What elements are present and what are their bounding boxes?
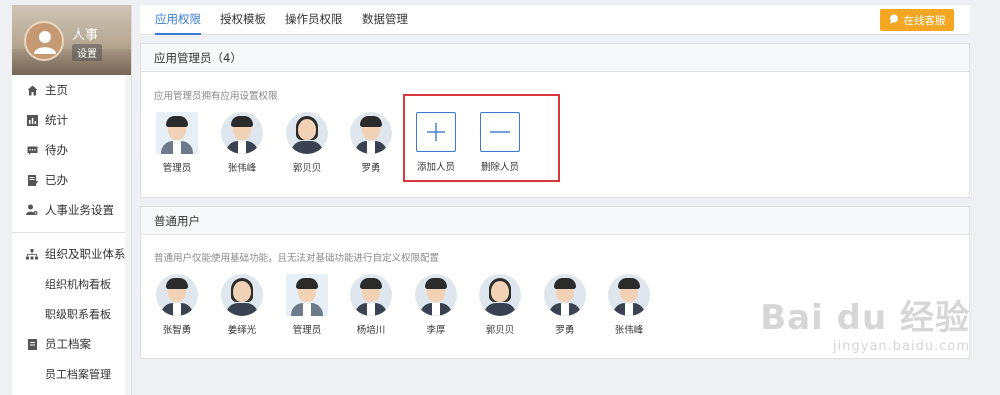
watermark-url: jingyan.baidu.com xyxy=(833,339,970,354)
admin-panel: 应用管理员（4） 应用管理员拥有应用设置权限 管理员 张伟峰 郭贝贝 罗勇 添加… xyxy=(140,43,970,198)
member-name: 罗勇 xyxy=(361,163,381,174)
user-panel-title: 普通用户 xyxy=(141,207,969,235)
member-name: 管理员 xyxy=(162,163,192,174)
top-tab-bar: 应用权限 授权模板 操作员权限 数据管理 在线客服 xyxy=(140,5,970,35)
sidebar-item-org-board[interactable]: 组织机构看板 xyxy=(12,269,131,299)
home-icon xyxy=(26,84,38,96)
avatar[interactable] xyxy=(24,21,64,61)
sidebar-item-label: 组织及职业体系 xyxy=(45,247,126,261)
admin-panel-title: 应用管理员（4） xyxy=(141,44,969,72)
user-member[interactable]: 张智勇 xyxy=(152,274,202,336)
settings-link[interactable]: 设置 xyxy=(72,44,102,61)
member-name: 姜绎光 xyxy=(227,325,257,336)
minus-icon xyxy=(490,131,510,133)
member-avatar xyxy=(608,274,650,316)
member-name: 管理员 xyxy=(292,325,322,336)
tab-operator-permissions[interactable]: 操作员权限 xyxy=(285,5,343,35)
sidebar-item-done[interactable]: 已办 xyxy=(12,165,131,195)
sidebar-item-label: 人事业务设置 xyxy=(45,203,114,217)
member-name: 张伟峰 xyxy=(227,163,257,174)
add-member-box[interactable] xyxy=(416,112,456,152)
tab-auth-templates[interactable]: 授权模板 xyxy=(220,5,266,35)
user-member[interactable]: 姜绎光 xyxy=(217,274,267,336)
member-avatar xyxy=(286,274,328,316)
member-avatar xyxy=(350,112,392,154)
member-name: 罗勇 xyxy=(555,325,575,336)
sidebar-item-rank-board[interactable]: 职级职系看板 xyxy=(12,299,131,329)
member-avatar xyxy=(221,274,263,316)
add-member-label: 添加人员 xyxy=(416,162,455,173)
sidebar-item-hr-settings[interactable]: 人事业务设置 xyxy=(12,195,131,225)
file-icon xyxy=(26,338,38,350)
user-panel-description: 普通用户仅能使用基础功能，且无法对基础功能进行自定义权限配置 xyxy=(154,253,440,264)
baidu-watermark: Bai du 经验 jingyan.baidu.com xyxy=(760,290,970,354)
tab-app-permissions[interactable]: 应用权限 xyxy=(155,5,201,35)
sidebar-item-todo[interactable]: 待办 xyxy=(12,135,131,165)
chat-bubble-icon xyxy=(889,14,899,27)
sidebar-item-label: 已办 xyxy=(45,173,68,187)
admin-member[interactable]: 管理员 xyxy=(152,112,202,174)
member-avatar xyxy=(156,112,198,154)
sidebar-item-home[interactable]: 主页 xyxy=(12,75,131,105)
online-service-button[interactable]: 在线客服 xyxy=(880,9,954,31)
user-member[interactable]: 管理员 xyxy=(282,274,332,336)
admin-member[interactable]: 郭贝贝 xyxy=(282,112,332,174)
member-avatar xyxy=(350,274,392,316)
sidebar: 人事 设置 主页 统计 待办 已办 人事业务设置 组织及职业体系 组织机构看板 … xyxy=(12,5,132,395)
tab-data-management[interactable]: 数据管理 xyxy=(362,5,408,35)
user-member[interactable]: 李厚 xyxy=(411,274,461,336)
sidebar-item-statistics[interactable]: 统计 xyxy=(12,105,131,135)
add-member-button[interactable]: 添加人员 xyxy=(411,112,461,173)
user-member[interactable]: 杨培川 xyxy=(346,274,396,336)
user-member[interactable]: 郭贝贝 xyxy=(475,274,525,336)
user-gear-icon xyxy=(26,204,38,216)
member-name: 郭贝贝 xyxy=(485,325,515,336)
user-name: 人事 xyxy=(72,28,99,43)
admin-member[interactable]: 罗勇 xyxy=(346,112,396,174)
member-name: 郭贝贝 xyxy=(292,163,322,174)
sidebar-item-label: 统计 xyxy=(45,113,68,127)
sidebar-scrollbar[interactable] xyxy=(125,75,131,395)
watermark-logo-text: Bai du 经验 xyxy=(760,298,970,338)
member-avatar xyxy=(221,112,263,154)
user-member[interactable]: 张伟峰 xyxy=(604,274,654,336)
sidebar-profile-header: 人事 设置 xyxy=(12,5,131,75)
member-name: 张智勇 xyxy=(162,325,192,336)
remove-member-box[interactable] xyxy=(480,112,520,152)
member-name: 杨培川 xyxy=(356,325,386,336)
user-member[interactable]: 罗勇 xyxy=(540,274,590,336)
member-avatar xyxy=(156,274,198,316)
sidebar-item-label: 待办 xyxy=(45,143,68,157)
member-avatar xyxy=(544,274,586,316)
admin-member[interactable]: 张伟峰 xyxy=(217,112,267,174)
sidebar-item-label: 员工档案 xyxy=(45,337,91,351)
org-chart-icon xyxy=(26,248,38,260)
document-check-icon xyxy=(26,174,38,186)
member-avatar xyxy=(286,112,328,154)
member-name: 张伟峰 xyxy=(614,325,644,336)
admin-panel-description: 应用管理员拥有应用设置权限 xyxy=(154,91,278,102)
bar-chart-icon xyxy=(26,114,38,126)
member-avatar xyxy=(479,274,521,316)
sidebar-divider xyxy=(12,232,131,233)
member-name: 李厚 xyxy=(426,325,446,336)
chat-icon xyxy=(26,144,38,156)
online-service-label: 在线客服 xyxy=(903,14,946,27)
plus-icon xyxy=(427,123,445,141)
remove-member-button[interactable]: 删除人员 xyxy=(475,112,525,173)
sidebar-item-label: 主页 xyxy=(45,83,68,97)
sidebar-group-archive[interactable]: 员工档案 xyxy=(12,329,131,359)
remove-member-label: 删除人员 xyxy=(480,162,519,173)
sidebar-group-org[interactable]: 组织及职业体系 xyxy=(12,239,131,269)
user-avatar-icon xyxy=(34,31,56,54)
sidebar-item-archive-manage[interactable]: 员工档案管理 xyxy=(12,359,131,389)
member-avatar xyxy=(415,274,457,316)
